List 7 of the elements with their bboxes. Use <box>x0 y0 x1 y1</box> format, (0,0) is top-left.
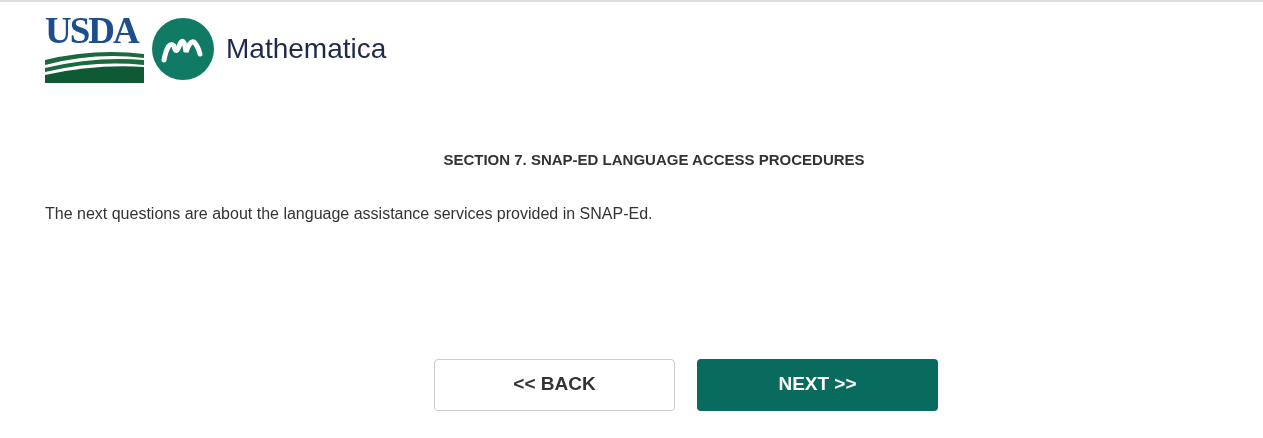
section-title: SECTION 7. SNAP-ED LANGUAGE ACCESS PROCEDURES <box>442 150 866 170</box>
back-button[interactable]: << BACK <box>434 358 675 411</box>
next-button[interactable]: NEXT >> <box>697 358 938 411</box>
usda-logo: USDA <box>45 14 144 83</box>
intro-text: The next questions are about the language assistance services provided in SNAP-Ed. <box>44 203 654 224</box>
logo-icon <box>152 17 214 80</box>
mathematica-logo: Mathematica <box>226 31 387 66</box>
